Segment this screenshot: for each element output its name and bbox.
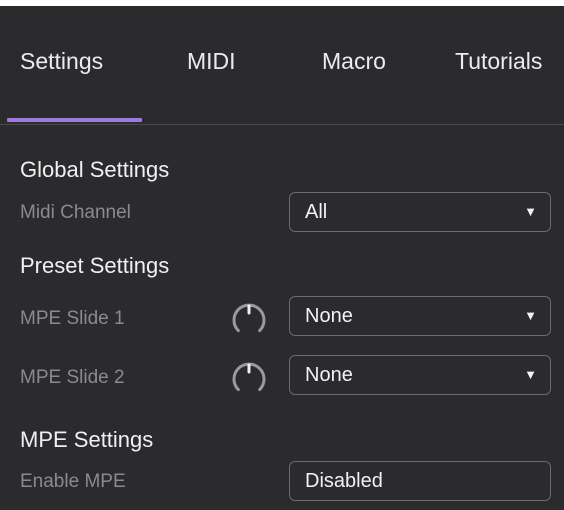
- mpe-slide-1-label: MPE Slide 1: [20, 308, 125, 329]
- midi-channel-value: All: [305, 201, 328, 223]
- global-settings-title: Global Settings: [20, 157, 170, 182]
- triangle-down-icon: ▼: [524, 367, 537, 382]
- mpe-slide-2-label: MPE Slide 2: [20, 367, 125, 388]
- mpe-settings-title: MPE Settings: [20, 427, 154, 452]
- midi-channel-dropdown[interactable]: All ▼: [289, 192, 551, 232]
- enable-mpe-dropdown[interactable]: Disabled: [289, 461, 551, 501]
- mpe-slide-2-dropdown[interactable]: None ▼: [289, 355, 551, 395]
- enable-mpe-value: Disabled: [305, 470, 383, 492]
- triangle-down-icon: ▼: [524, 204, 537, 219]
- midi-channel-label: Midi Channel: [20, 202, 131, 223]
- tab-settings[interactable]: Settings: [20, 6, 103, 124]
- tab-divider: [0, 124, 564, 125]
- triangle-down-icon: ▼: [524, 308, 537, 323]
- tab-bar: Settings MIDI Macro Tutorials: [0, 6, 564, 124]
- tab-tutorials[interactable]: Tutorials: [455, 6, 542, 124]
- mpe-slide-1-value: None: [305, 305, 353, 327]
- tab-macro[interactable]: Macro: [322, 6, 386, 124]
- tab-midi[interactable]: MIDI: [187, 6, 236, 124]
- enable-mpe-label: Enable MPE: [20, 471, 126, 492]
- mpe-slide-2-knob-icon[interactable]: [227, 357, 271, 401]
- mpe-slide-1-dropdown[interactable]: None ▼: [289, 296, 551, 336]
- mpe-slide-2-value: None: [305, 364, 353, 386]
- preset-settings-title: Preset Settings: [20, 253, 170, 278]
- active-tab-indicator: [7, 118, 142, 122]
- mpe-slide-1-knob-icon[interactable]: [227, 298, 271, 342]
